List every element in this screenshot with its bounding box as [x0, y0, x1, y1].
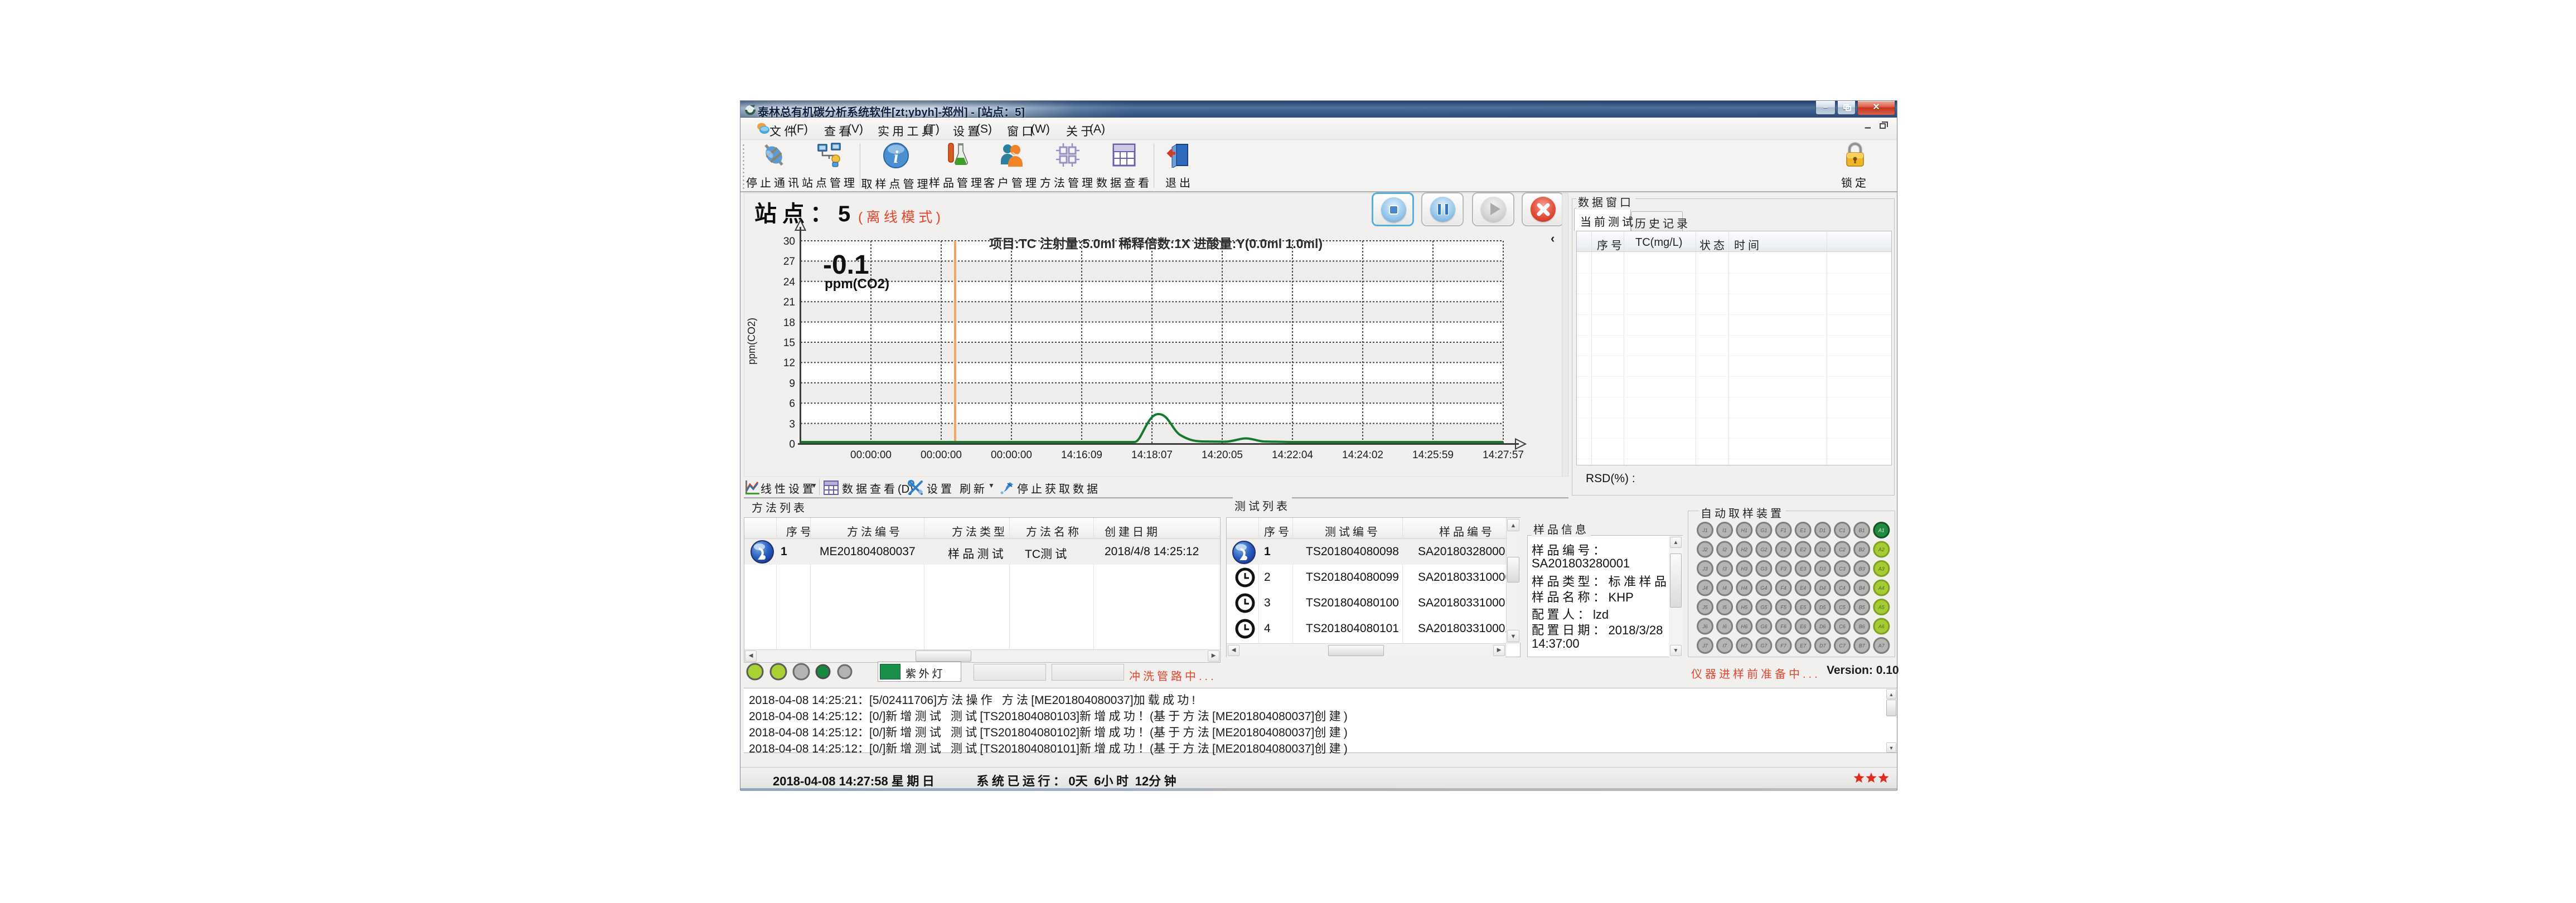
svg-text:A1: A1: [1878, 528, 1885, 533]
svg-text:9: 9: [789, 378, 795, 390]
svg-text:B6: B6: [1859, 624, 1865, 629]
svg-text:-0.1: -0.1: [823, 250, 869, 280]
svg-text:G1: G1: [1760, 528, 1767, 533]
svg-text:E3: E3: [1800, 566, 1806, 572]
svg-text:B5: B5: [1859, 605, 1866, 610]
svg-text:A5: A5: [1878, 605, 1885, 610]
svg-text:E4: E4: [1800, 585, 1806, 591]
svg-text:C4: C4: [1839, 585, 1846, 591]
svg-text:B3: B3: [1859, 566, 1865, 572]
svg-text:14:18:07: 14:18:07: [1131, 449, 1173, 461]
svg-text:A6: A6: [1878, 624, 1885, 629]
svg-text:E6: E6: [1800, 624, 1806, 629]
svg-text:F3: F3: [1780, 566, 1786, 572]
svg-text:D7: D7: [1819, 643, 1826, 649]
svg-text:E7: E7: [1800, 643, 1807, 649]
svg-text:27: 27: [783, 256, 795, 268]
svg-text:15: 15: [783, 337, 795, 349]
svg-text:A3: A3: [1878, 566, 1885, 572]
svg-text:E5: E5: [1800, 605, 1807, 610]
svg-text:G4: G4: [1760, 585, 1767, 591]
svg-text:12: 12: [783, 357, 795, 369]
svg-text:C5: C5: [1839, 605, 1846, 610]
svg-text:14:24:02: 14:24:02: [1342, 449, 1383, 461]
svg-text:F7: F7: [1780, 643, 1786, 649]
svg-text:J7: J7: [1702, 643, 1708, 649]
svg-text:24: 24: [783, 276, 796, 288]
svg-text:J1: J1: [1702, 528, 1708, 533]
svg-text:J4: J4: [1702, 585, 1708, 591]
svg-text:F6: F6: [1780, 624, 1786, 629]
svg-text:J3: J3: [1702, 566, 1708, 572]
svg-text:30: 30: [783, 236, 795, 247]
svg-text:14:20:05: 14:20:05: [1202, 449, 1243, 461]
svg-text:ppm(CO2): ppm(CO2): [825, 276, 889, 292]
svg-text:B1: B1: [1859, 528, 1865, 533]
svg-text:I2: I2: [1722, 547, 1727, 552]
svg-text:D5: D5: [1819, 605, 1826, 610]
svg-text:B4: B4: [1859, 585, 1865, 591]
svg-text:14:16:09: 14:16:09: [1061, 449, 1102, 461]
svg-text:14:27:57: 14:27:57: [1483, 449, 1524, 461]
svg-text:I6: I6: [1722, 624, 1727, 629]
svg-text:A4: A4: [1878, 585, 1885, 591]
svg-text:I4: I4: [1722, 585, 1727, 591]
svg-text:项目:TC 注射量:5.0ml 稀释倍数:1X 进酸量:Y(: 项目:TC 注射量:5.0ml 稀释倍数:1X 进酸量:Y(0.0ml 1.0m…: [989, 236, 1323, 251]
svg-text:G7: G7: [1760, 643, 1768, 649]
svg-text:A2: A2: [1878, 547, 1885, 552]
svg-text:ppm(CO2): ppm(CO2): [746, 318, 757, 365]
svg-text:G6: G6: [1760, 624, 1767, 629]
svg-text:00:00:00: 00:00:00: [991, 449, 1032, 461]
svg-text:C3: C3: [1839, 566, 1846, 572]
svg-text:G3: G3: [1760, 566, 1767, 572]
svg-text:J5: J5: [1702, 605, 1708, 610]
svg-text:C1: C1: [1839, 528, 1846, 533]
svg-text:J2: J2: [1702, 547, 1708, 552]
svg-text:H5: H5: [1741, 605, 1748, 610]
svg-text:G2: G2: [1760, 547, 1767, 552]
svg-text:0: 0: [789, 439, 795, 450]
svg-text:H3: H3: [1741, 566, 1748, 572]
svg-text:3: 3: [789, 419, 795, 430]
svg-text:E2: E2: [1800, 547, 1806, 552]
svg-text:C2: C2: [1839, 547, 1846, 552]
svg-text:D3: D3: [1819, 566, 1826, 572]
svg-text:G5: G5: [1760, 605, 1768, 610]
svg-text:I7: I7: [1722, 643, 1727, 649]
svg-text:F1: F1: [1780, 528, 1786, 533]
svg-text:F5: F5: [1780, 605, 1786, 610]
svg-text:F2: F2: [1780, 547, 1786, 552]
svg-text:I3: I3: [1722, 566, 1727, 572]
svg-text:D4: D4: [1819, 585, 1826, 591]
svg-text:B2: B2: [1859, 547, 1865, 552]
svg-text:C7: C7: [1839, 643, 1846, 649]
svg-text:E1: E1: [1800, 528, 1806, 533]
svg-text:H2: H2: [1741, 547, 1748, 552]
svg-text:A7: A7: [1878, 643, 1885, 649]
svg-text:H1: H1: [1741, 528, 1748, 533]
svg-text:D1: D1: [1819, 528, 1826, 533]
svg-text:18: 18: [783, 317, 795, 329]
svg-text:21: 21: [783, 297, 795, 308]
svg-text:H6: H6: [1741, 624, 1748, 629]
svg-text:14:25:59: 14:25:59: [1412, 449, 1454, 461]
svg-text:B7: B7: [1859, 643, 1866, 649]
svg-text:6: 6: [789, 398, 795, 410]
svg-text:H7: H7: [1741, 643, 1748, 649]
svg-text:00:00:00: 00:00:00: [921, 449, 962, 461]
svg-text:I5: I5: [1722, 605, 1727, 610]
svg-text:F4: F4: [1780, 585, 1786, 591]
svg-text:J6: J6: [1702, 624, 1708, 629]
svg-text:H4: H4: [1741, 585, 1748, 591]
svg-text:D2: D2: [1819, 547, 1826, 552]
svg-text:D6: D6: [1819, 624, 1826, 629]
svg-text:I1: I1: [1722, 528, 1727, 533]
svg-text:14:22:04: 14:22:04: [1272, 449, 1313, 461]
svg-text:00:00:00: 00:00:00: [850, 449, 892, 461]
svg-text:C6: C6: [1839, 624, 1846, 629]
svg-text:i: i: [894, 147, 899, 167]
